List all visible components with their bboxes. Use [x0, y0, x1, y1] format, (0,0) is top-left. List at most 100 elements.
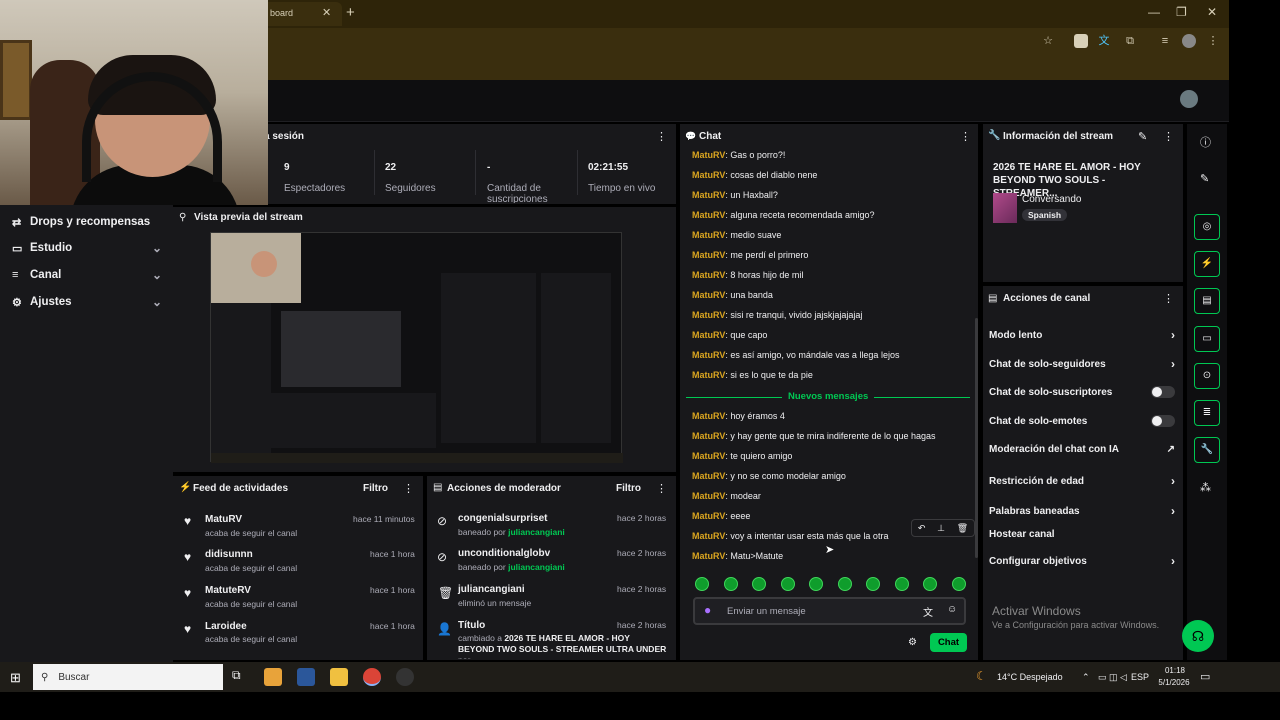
nav-studio[interactable]: ▭ Estudio ⌄ — [12, 238, 162, 258]
mod-name[interactable]: Título — [458, 620, 485, 631]
chat-username[interactable]: MatuRV — [692, 531, 725, 541]
chat-username[interactable]: MatuRV — [692, 511, 725, 521]
chat-username[interactable]: MatuRV — [692, 190, 725, 200]
mod-name[interactable]: unconditionalglobv — [458, 548, 550, 559]
chat-username[interactable]: MatuRV — [692, 471, 725, 481]
rail-doc-icon[interactable]: ▤ — [1194, 288, 1220, 314]
nav-drops[interactable]: ⇄ Drops y recompensas — [12, 212, 162, 232]
chat-message[interactable]: MatuRV: Matu>Matute — [692, 551, 783, 561]
toggle-switch[interactable] — [1151, 415, 1175, 427]
chat-message[interactable]: MatuRV: una banda — [692, 290, 773, 300]
delete-icon[interactable]: 🗑 — [957, 523, 968, 534]
channel-action-item[interactable]: Hostear canal — [989, 529, 1175, 540]
minimize-button[interactable]: — — [1148, 5, 1160, 19]
store-icon[interactable] — [264, 668, 282, 686]
chat-username[interactable]: MatuRV — [692, 290, 725, 300]
chat-username[interactable]: MatuRV — [692, 370, 725, 380]
chat-message[interactable]: MatuRV: eeee — [692, 511, 750, 521]
reply-icon[interactable]: ↶ — [918, 523, 926, 534]
menu-icon[interactable]: ⋮ — [1206, 34, 1220, 48]
mic-icon[interactable]: ● — [704, 603, 711, 617]
emote-icon[interactable] — [894, 577, 909, 591]
chat-message[interactable]: MatuRV: y no se como modelar amigo — [692, 471, 846, 481]
chat-username[interactable]: MatuRV — [692, 270, 725, 280]
mod-filter-button[interactable]: Filtro — [616, 483, 641, 494]
category-boxart[interactable] — [993, 193, 1017, 223]
new-tab-button[interactable]: + — [346, 4, 355, 21]
chat-kebab-icon[interactable]: ⋮ — [960, 130, 971, 143]
chat-message[interactable]: MatuRV: si es lo que te da pie — [692, 370, 813, 380]
chat-username[interactable]: MatuRV — [692, 230, 725, 240]
extension-icon[interactable] — [1074, 34, 1088, 48]
info-icon[interactable]: ⓘ — [1200, 134, 1211, 150]
chat-message[interactable]: MatuRV: Gas o porro?! — [692, 150, 785, 160]
activity-name[interactable]: didisunnn — [205, 549, 253, 560]
profile-icon[interactable] — [1182, 34, 1196, 48]
windows-start-icon[interactable]: ⊞ — [10, 670, 21, 686]
mod-name[interactable]: congenialsurpriset — [458, 513, 547, 524]
mod-name[interactable]: juliancangiani — [458, 584, 525, 595]
emote-icon[interactable] — [695, 577, 709, 591]
chat-username[interactable]: MatuRV — [692, 551, 725, 561]
chat-message[interactable]: MatuRV: 8 horas hijo de mil — [692, 270, 803, 280]
chat-message[interactable]: MatuRV: alguna receta recomendada amigo? — [692, 210, 874, 220]
channel-action-item[interactable]: Chat de solo-seguidores › — [989, 357, 1175, 371]
chat-input[interactable]: ● Enviar un mensaje 文 ☺ — [693, 597, 966, 625]
activity-name[interactable]: MatuteRV — [205, 585, 251, 596]
media-icon[interactable]: ≡ — [1158, 34, 1172, 48]
taskbar-search[interactable]: ⚲ Buscar — [33, 664, 223, 690]
clock-time[interactable]: 01:18 — [1160, 666, 1190, 675]
channel-action-item[interactable]: Configurar objetivos › — [989, 554, 1175, 568]
chat-message[interactable]: MatuRV: sisi re tranqui, vivido jajskjaj… — [692, 310, 862, 320]
nav-settings[interactable]: ⚙ Ajustes ⌄ — [12, 292, 162, 312]
channel-action-item[interactable]: Moderación del chat con IA ↗ — [989, 444, 1175, 455]
chat-username[interactable]: MatuRV — [692, 150, 725, 160]
toggle-switch[interactable] — [1151, 386, 1175, 398]
category-name[interactable]: Conversando — [1022, 194, 1081, 205]
channel-action-item[interactable]: Restricción de edad › — [989, 474, 1175, 488]
chat-message[interactable]: MatuRV: es así amigo, vo mándale vas a l… — [692, 350, 899, 360]
puzzle-icon[interactable]: ⧉ — [1123, 34, 1137, 48]
chat-username[interactable]: MatuRV — [692, 310, 725, 320]
weather-text[interactable]: 14°C Despejado — [997, 672, 1063, 682]
tray-apps-icon[interactable]: ▭ ◫ ◁ — [1098, 672, 1127, 683]
activity-name[interactable]: MatuRV — [205, 514, 242, 525]
chat-message[interactable]: MatuRV: un Haxball? — [692, 190, 778, 200]
chat-username[interactable]: MatuRV — [692, 411, 725, 421]
chat-settings-icon[interactable]: ⚙ — [908, 637, 917, 648]
channel-action-item[interactable]: Chat de solo-suscriptores — [989, 386, 1175, 398]
chat-send-button[interactable]: Chat — [930, 633, 967, 652]
emote-icon[interactable] — [752, 577, 766, 591]
rail-chat-icon[interactable]: ▭ — [1194, 326, 1220, 352]
share-icon[interactable]: ⁂ — [1200, 481, 1211, 494]
chat-message[interactable]: MatuRV: y hay gente que te mira indifere… — [692, 431, 936, 441]
rail-clip-icon[interactable]: ◎ — [1194, 214, 1220, 240]
obs-icon[interactable] — [396, 668, 414, 686]
stream-preview-video[interactable] — [210, 232, 623, 463]
word-icon[interactable] — [297, 668, 315, 686]
emote-icon[interactable] — [866, 577, 880, 591]
rail-bolt-icon[interactable]: ⚡ — [1194, 251, 1220, 277]
emote-icon[interactable] — [923, 577, 937, 591]
rail-stack-icon[interactable]: ≣ — [1194, 400, 1220, 426]
translate-icon[interactable]: 文 — [923, 604, 933, 619]
chat-username[interactable]: MatuRV — [692, 431, 725, 441]
translate-icon[interactable]: 文 — [1097, 34, 1111, 48]
tray-chevron-icon[interactable]: ⌃ — [1082, 672, 1090, 683]
chat-message[interactable]: MatuRV: me perdí el primero — [692, 250, 808, 260]
emote-icon[interactable] — [837, 577, 852, 591]
emote-icon[interactable] — [780, 577, 795, 591]
chat-message[interactable]: MatuRV: cosas del diablo nene — [692, 170, 817, 180]
edit-icon[interactable]: ✎ — [1138, 130, 1147, 143]
star-icon[interactable]: ☆ — [1041, 34, 1055, 48]
actions-kebab-icon[interactable]: ⋮ — [1163, 292, 1174, 305]
restore-button[interactable]: ❐ — [1176, 5, 1187, 19]
chat-username[interactable]: MatuRV — [692, 170, 725, 180]
tab-close-icon[interactable]: ✕ — [322, 6, 331, 19]
user-avatar[interactable] — [1180, 90, 1198, 108]
channel-action-item[interactable]: Palabras baneadas › — [989, 504, 1175, 518]
help-icon[interactable]: ☊ — [1182, 620, 1214, 652]
tag-badge[interactable]: Spanish — [1022, 209, 1068, 221]
chat-message[interactable]: MatuRV: medio suave — [692, 230, 781, 240]
activity-kebab-icon[interactable]: ⋮ — [403, 482, 414, 495]
